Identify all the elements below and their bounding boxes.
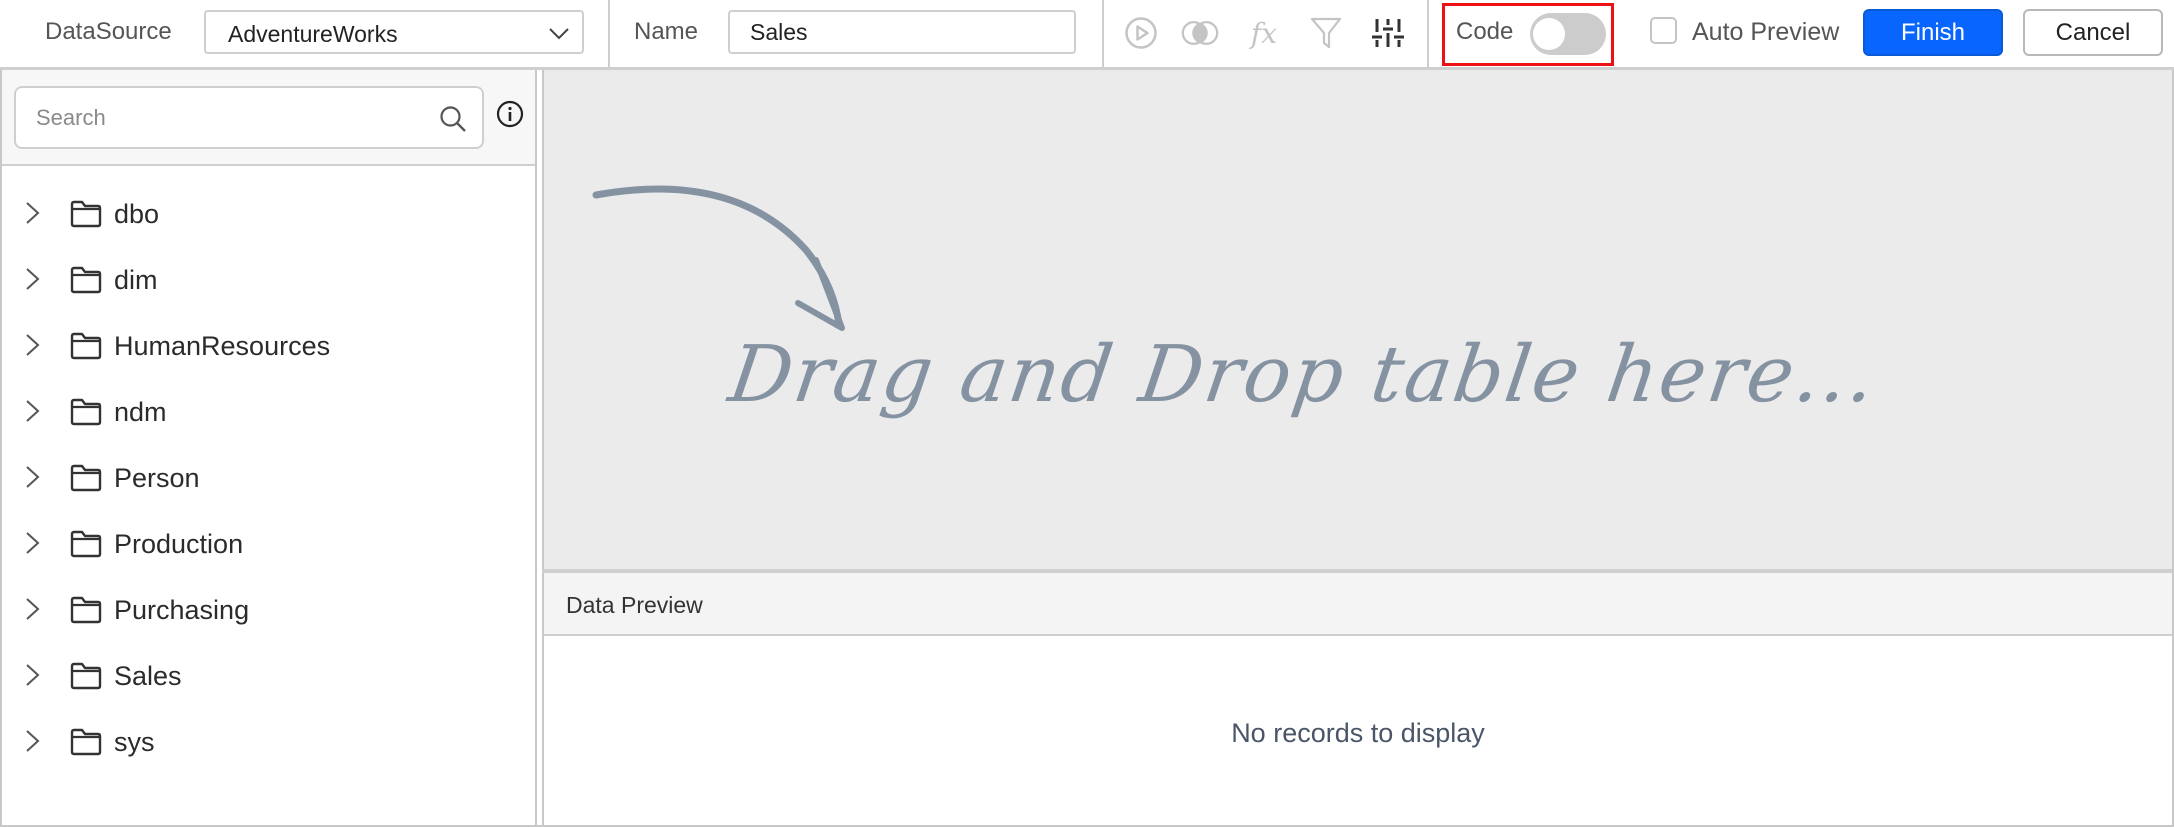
tree-item[interactable]: dim xyxy=(2,246,535,312)
auto-preview-label: Auto Preview xyxy=(1692,18,1840,46)
datasource-value: AdventureWorks xyxy=(228,21,398,47)
data-preview-grid: No records to display xyxy=(542,636,2172,825)
folder-icon xyxy=(70,398,102,426)
finish-button[interactable]: Finish xyxy=(1863,9,2003,56)
curved-arrow-icon xyxy=(592,185,845,331)
tree-item[interactable]: Person xyxy=(2,444,535,510)
tree-item[interactable]: dbo xyxy=(2,180,535,246)
info-icon[interactable] xyxy=(496,100,524,128)
tree-item-label: Sales xyxy=(114,661,182,691)
auto-preview-checkbox[interactable] xyxy=(1650,17,1677,44)
run-query-icon[interactable] xyxy=(1122,14,1160,52)
toggle-knob xyxy=(1533,18,1565,50)
search-box xyxy=(14,86,484,149)
folder-icon xyxy=(70,530,102,558)
tree-item-label: dim xyxy=(114,265,158,295)
chevron-right-icon[interactable] xyxy=(22,266,44,292)
folder-icon xyxy=(70,596,102,624)
chevron-right-icon[interactable] xyxy=(22,662,44,688)
tree-item-label: Production xyxy=(114,529,244,559)
data-preview-title: Data Preview xyxy=(566,592,703,618)
tree-item-label: Person xyxy=(114,463,200,493)
folder-icon xyxy=(70,200,102,228)
folder-icon xyxy=(70,332,102,360)
code-toggle[interactable] xyxy=(1530,13,1606,55)
join-icon[interactable] xyxy=(1181,14,1219,52)
folder-icon xyxy=(70,728,102,756)
code-label: Code xyxy=(1456,18,1514,45)
tree-item[interactable]: HumanResources xyxy=(2,312,535,378)
tree-item-label: sys xyxy=(114,727,155,757)
table-drop-area[interactable]: Drag and Drop table here... xyxy=(542,70,2172,569)
datasource-label: DataSource xyxy=(45,18,172,45)
chevron-right-icon[interactable] xyxy=(22,728,44,754)
divider xyxy=(1102,0,1104,68)
filter-icon[interactable] xyxy=(1307,14,1345,52)
data-preview-header: Data Preview xyxy=(542,573,2172,636)
datasource-dropdown[interactable]: AdventureWorks xyxy=(204,10,584,54)
search-area xyxy=(2,70,535,166)
chevron-right-icon[interactable] xyxy=(22,530,44,556)
drop-hint-text: Drag and Drop table here... xyxy=(723,330,1883,420)
folder-icon xyxy=(70,266,102,294)
tree-item-label: Purchasing xyxy=(114,595,250,625)
tree-item[interactable]: sys xyxy=(2,708,535,774)
chevron-right-icon[interactable] xyxy=(22,596,44,622)
chevron-right-icon[interactable] xyxy=(22,398,44,424)
name-label: Name xyxy=(634,18,699,45)
settings-sliders-icon[interactable] xyxy=(1369,14,1407,52)
chevron-right-icon[interactable] xyxy=(22,200,44,226)
empty-message: No records to display xyxy=(1231,718,1485,748)
tree-item[interactable]: ndm xyxy=(2,378,535,444)
schema-tree: dbo dim HumanResources ndm Person Production P… xyxy=(2,180,535,774)
search-input[interactable] xyxy=(36,103,416,133)
tree-item-label: dbo xyxy=(114,199,160,229)
header-toolbar: DataSource AdventureWorks Name fx Code A… xyxy=(0,0,2174,70)
divider xyxy=(1427,0,1429,68)
name-input[interactable] xyxy=(728,10,1076,54)
chevron-right-icon[interactable] xyxy=(22,464,44,490)
tree-item-label: ndm xyxy=(114,397,167,427)
schema-panel: dbo dim HumanResources ndm Person Production P… xyxy=(2,70,537,825)
search-icon[interactable] xyxy=(438,104,468,134)
folder-icon xyxy=(70,464,102,492)
chevron-right-icon[interactable] xyxy=(22,332,44,358)
chevron-down-icon xyxy=(549,28,569,40)
divider xyxy=(608,0,610,68)
tree-item[interactable]: Sales xyxy=(2,642,535,708)
folder-icon xyxy=(70,662,102,690)
tree-item[interactable]: Production xyxy=(2,510,535,576)
tree-item-label: HumanResources xyxy=(114,331,331,361)
tree-item[interactable]: Purchasing xyxy=(2,576,535,642)
expression-icon[interactable]: fx xyxy=(1245,14,1283,52)
cancel-button[interactable]: Cancel xyxy=(2023,9,2163,56)
